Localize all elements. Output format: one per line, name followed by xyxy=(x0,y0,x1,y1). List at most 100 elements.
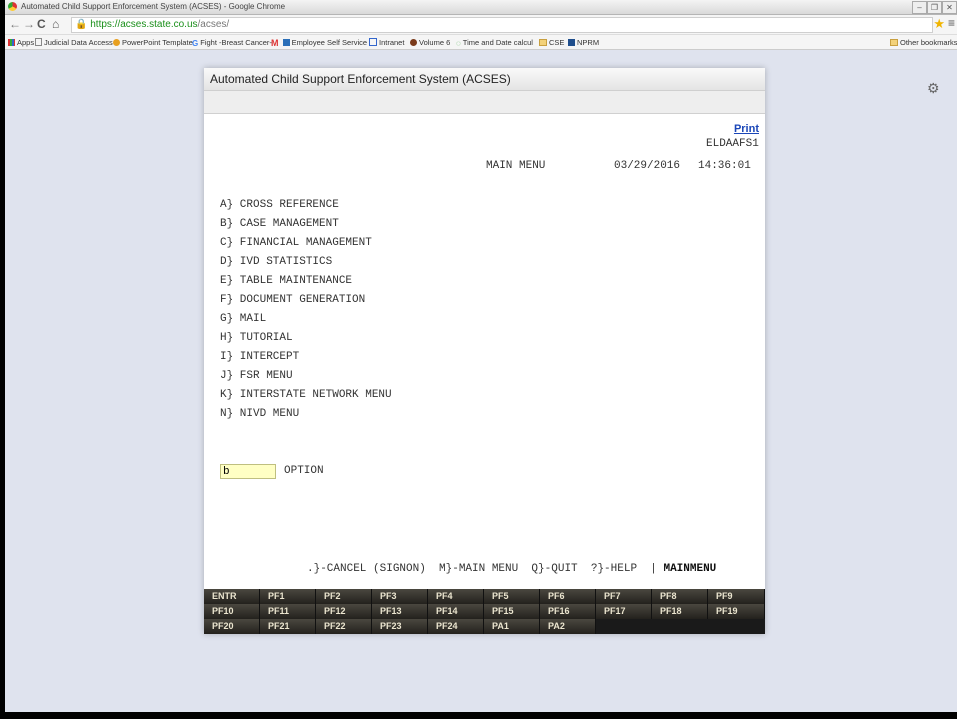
key-pf20[interactable]: PF20 xyxy=(204,619,260,634)
bookmark-judicial[interactable]: Judicial Data Access xyxy=(35,38,113,47)
key-row-3: PF20 PF21 PF22 PF23 PF24 PA1 PA2 xyxy=(204,619,765,634)
bookmark-volume6[interactable]: Volume 6 xyxy=(410,38,450,47)
key-pa2[interactable]: PA2 xyxy=(540,619,596,634)
screen-id: ELDAAFS1 xyxy=(706,138,759,150)
menu-item-fsr-menu: J} FSR MENU xyxy=(220,370,293,382)
footer-commands-text: .}-CANCEL (SIGNON) M}-MAIN MENU Q}-QUIT … xyxy=(307,563,664,575)
bookmark-timedate[interactable]: ◌ Time and Date calcul xyxy=(456,38,533,48)
key-pf14[interactable]: PF14 xyxy=(428,604,484,619)
key-blank xyxy=(596,619,765,634)
menu-item-nivd-menu: N} NIVD MENU xyxy=(220,408,300,420)
key-pf12[interactable]: PF12 xyxy=(316,604,372,619)
bookmark-powerpoint[interactable]: PowerPoint Template xyxy=(113,38,193,47)
bookmark-cse[interactable]: CSE xyxy=(539,38,564,47)
key-pf13[interactable]: PF13 xyxy=(372,604,428,619)
key-pf22[interactable]: PF22 xyxy=(316,619,372,634)
lock-icon: 🔒 xyxy=(75,19,88,30)
time: 14:36:01 xyxy=(698,160,751,172)
key-pf24[interactable]: PF24 xyxy=(428,619,484,634)
menu-item-table-maintenance: E} TABLE MAINTENANCE xyxy=(220,275,353,287)
address-bar[interactable]: 🔒 https://acses.state.co.us/acses/ xyxy=(71,17,933,33)
gear-icon[interactable]: ⚙ xyxy=(927,80,940,97)
menu-item-interstate-network-menu: K} INTERSTATE NETWORK MENU xyxy=(220,389,392,401)
app-title: Automated Child Support Enforcement Syst… xyxy=(210,72,511,86)
option-input[interactable] xyxy=(220,464,276,479)
bookmark-employee[interactable]: M Employee Self Service xyxy=(271,38,367,48)
menu-icon[interactable]: ≡ xyxy=(948,16,955,30)
menu-item-mail: G} MAIL xyxy=(220,313,267,325)
key-pf18[interactable]: PF18 xyxy=(652,604,708,619)
window-title: Automated Child Support Enforcement Syst… xyxy=(21,2,286,11)
key-pf1[interactable]: PF1 xyxy=(260,589,316,604)
apps-icon xyxy=(8,39,15,46)
key-pf4[interactable]: PF4 xyxy=(428,589,484,604)
app-header: Automated Child Support Enforcement Syst… xyxy=(204,68,765,91)
key-pf3[interactable]: PF3 xyxy=(372,589,428,604)
key-pf11[interactable]: PF11 xyxy=(260,604,316,619)
bookmarks-bar: Apps Judicial Data Access PowerPoint Tem… xyxy=(5,35,957,50)
acses-app: Automated Child Support Enforcement Syst… xyxy=(204,68,765,634)
menu-item-financial-management: C} FINANCIAL MANAGEMENT xyxy=(220,237,372,249)
key-pf8[interactable]: PF8 xyxy=(652,589,708,604)
main-menu-list: A} CROSS REFERENCE B} CASE MANAGEMENT C}… xyxy=(220,196,392,424)
menu-item-tutorial: H} TUTORIAL xyxy=(220,332,293,344)
option-label: OPTION xyxy=(284,465,324,477)
app-subbar xyxy=(204,91,765,114)
volume-icon xyxy=(410,39,417,46)
other-bookmarks[interactable]: Other bookmarks xyxy=(890,38,957,47)
time-icon: ◌ xyxy=(456,39,461,48)
key-pf23[interactable]: PF23 xyxy=(372,619,428,634)
bookmark-intranet[interactable]: Intranet xyxy=(369,38,404,47)
home-icon[interactable]: ⌂ xyxy=(52,17,59,31)
key-pf9[interactable]: PF9 xyxy=(708,589,765,604)
folder-icon xyxy=(890,39,898,46)
menu-item-document-generation: F} DOCUMENT GENERATION xyxy=(220,294,366,306)
nprm-icon xyxy=(568,39,575,46)
star-icon[interactable]: ★ xyxy=(933,16,945,32)
key-pf6[interactable]: PF6 xyxy=(540,589,596,604)
folder-icon xyxy=(539,39,547,46)
terminal-screen: Print ELDAAFS1 MAIN MENU 03/29/2016 14:3… xyxy=(204,114,765,588)
google-icon: G xyxy=(192,39,199,48)
browser-toolbar: ← → C ⌂ 🔒 https://acses.state.co.us/acse… xyxy=(5,15,957,35)
reload-icon[interactable]: C xyxy=(37,17,46,31)
page-icon xyxy=(35,38,42,46)
bookmark-fight[interactable]: G Fight -Breast Cancer- xyxy=(192,38,272,48)
key-pf7[interactable]: PF7 xyxy=(596,589,652,604)
chrome-icon xyxy=(8,2,17,11)
key-pf16[interactable]: PF16 xyxy=(540,604,596,619)
key-pf17[interactable]: PF17 xyxy=(596,604,652,619)
key-pf21[interactable]: PF21 xyxy=(260,619,316,634)
footer-screen-name: MAINMENU xyxy=(663,563,717,575)
key-entr[interactable]: ENTR xyxy=(204,589,260,604)
key-pf15[interactable]: PF15 xyxy=(484,604,540,619)
menu-item-intercept: I} INTERCEPT xyxy=(220,351,300,363)
powerpoint-icon xyxy=(113,39,120,46)
bookmark-apps[interactable]: Apps xyxy=(8,38,34,47)
menu-item-cross-reference: A} CROSS REFERENCE xyxy=(220,199,339,211)
footer-commands: .}-CANCEL (SIGNON) M}-MAIN MENU Q}-QUIT … xyxy=(307,563,716,575)
restore-button[interactable]: ❐ xyxy=(927,1,942,14)
minimize-button[interactable]: – xyxy=(912,1,927,14)
back-icon[interactable]: ← xyxy=(9,17,21,31)
key-pf19[interactable]: PF19 xyxy=(708,604,765,619)
key-row-2: PF10 PF11 PF12 PF13 PF14 PF15 PF16 PF17 … xyxy=(204,604,765,619)
ess-icon xyxy=(282,39,290,46)
key-pf10[interactable]: PF10 xyxy=(204,604,260,619)
key-pf2[interactable]: PF2 xyxy=(316,589,372,604)
print-link[interactable]: Print xyxy=(734,123,759,135)
bookmark-nprm[interactable]: NPRM xyxy=(568,38,599,47)
key-pf5[interactable]: PF5 xyxy=(484,589,540,604)
gmail-icon: M xyxy=(271,38,279,48)
close-window-button[interactable]: ✕ xyxy=(942,1,957,14)
title-bar: Automated Child Support Enforcement Syst… xyxy=(5,0,957,15)
key-pa1[interactable]: PA1 xyxy=(484,619,540,634)
key-row-1: ENTR PF1 PF2 PF3 PF4 PF5 PF6 PF7 PF8 PF9 xyxy=(204,589,765,604)
url-secure: https://acses.state.co.us xyxy=(90,19,198,30)
menu-item-ivd-statistics: D} IVD STATISTICS xyxy=(220,256,333,268)
function-keys: ENTR PF1 PF2 PF3 PF4 PF5 PF6 PF7 PF8 PF9… xyxy=(204,589,765,634)
forward-icon[interactable]: → xyxy=(23,17,35,31)
intranet-icon xyxy=(369,38,377,46)
menu-title: MAIN MENU xyxy=(486,160,546,172)
menu-item-case-management: B} CASE MANAGEMENT xyxy=(220,218,339,230)
